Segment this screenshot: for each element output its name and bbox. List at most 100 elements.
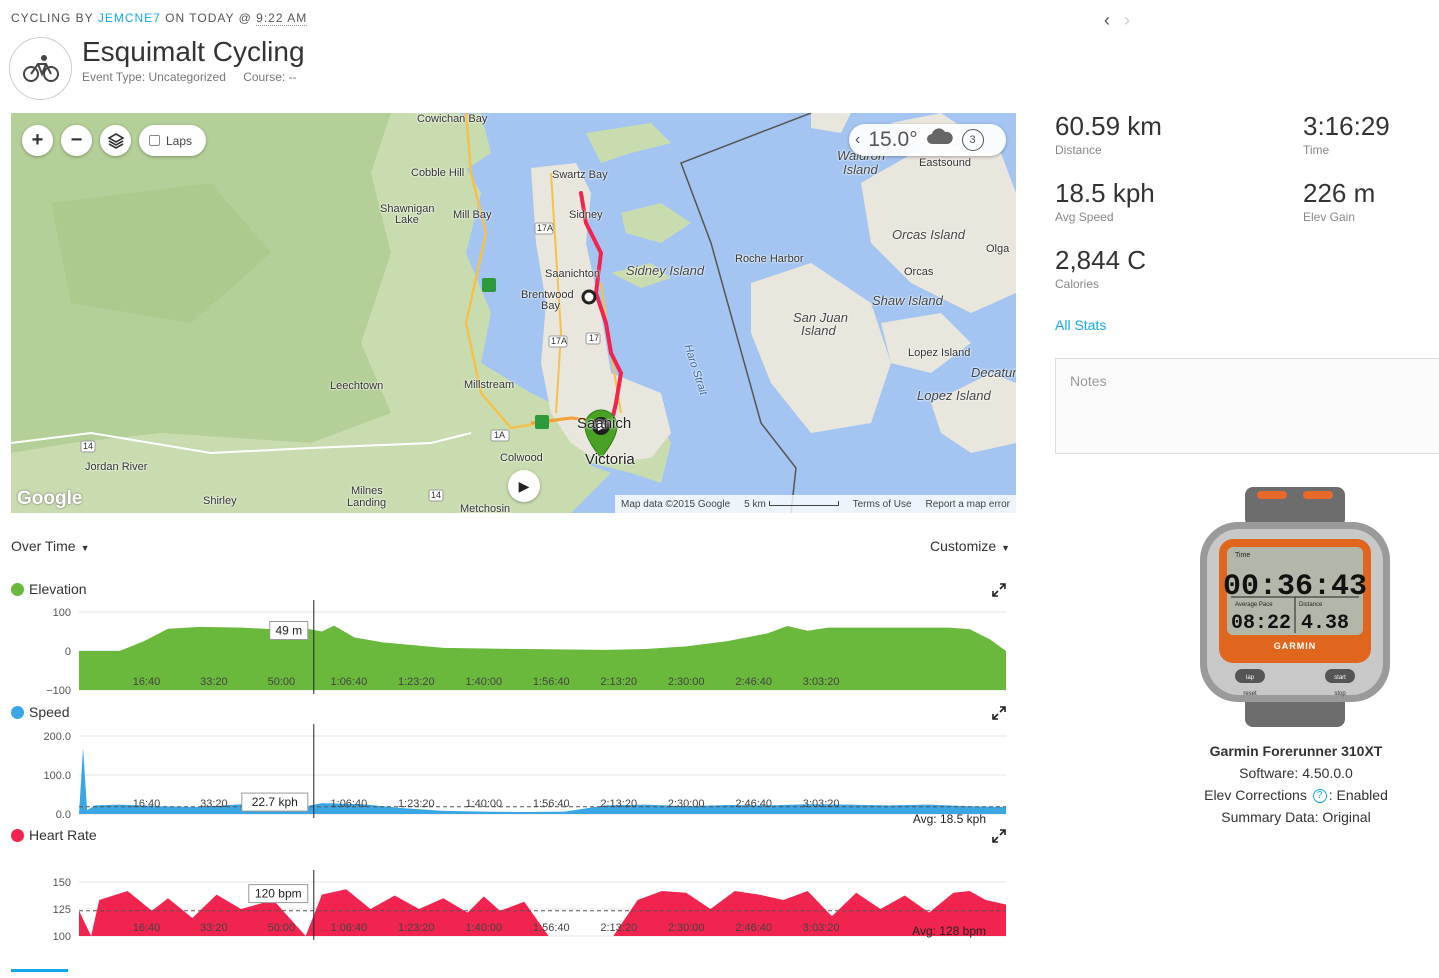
customize-dropdown[interactable]: Customize ▼ [930,538,1010,554]
map-label: Landing [347,497,387,509]
weather-count: 3 [961,129,984,151]
elevation-chart-title[interactable]: Elevation [11,581,87,597]
device-name: Garmin Forerunner 310XT [1209,743,1383,759]
user-link[interactable]: JEMCNE7 [98,11,161,25]
laps-toggle[interactable]: Laps [139,125,207,156]
google-logo: Google [17,488,83,509]
course[interactable]: Course: -- [243,70,296,84]
route-map[interactable]: Cowichan Bay Cobble Hill Shawnigan Lake … [11,113,1016,513]
map-label: Metchosin [460,503,511,513]
device-reset-label: reset [1243,691,1257,697]
zoom-in-button[interactable]: + [22,125,53,156]
device-image: Time 00:36:43 Average Pace Distance 08:2… [1195,487,1395,727]
heart-rate-chart[interactable]: 150 125 100 16:40 33:20 50:00 1:06:40 1:23:20 1:… [0,870,1016,944]
x-tick-label: 2:13:20 [600,922,637,934]
customize-label: Customize [930,538,997,554]
x-tick-label: 1:23:20 [398,676,435,688]
average-label: Avg: 18.5 kph [913,812,986,826]
map-label: Roche Harbor [735,253,804,265]
map-label: Saanichton [545,268,601,280]
screen-time-label: Time [1235,552,1250,559]
expand-icon[interactable] [992,583,1006,597]
layers-icon[interactable] [100,125,131,156]
play-icon[interactable]: ▶ [508,470,540,502]
highway-shield: 14 [431,490,442,500]
weather-widget[interactable]: ‹ 15.0° 3 [849,124,1006,156]
highway-shield: 1A [494,430,506,440]
chevron-left-icon[interactable]: ‹ [1104,10,1110,31]
map-label: Orcas [904,266,934,278]
map-label: Colwood [500,452,543,464]
y-tick-label: 150 [53,877,71,889]
caret-down-icon: ▼ [80,543,90,553]
x-tick-label: 50:00 [268,676,296,688]
x-tick-label: 2:46:40 [735,676,772,688]
x-tick-label: 2:13:20 [600,798,637,810]
expand-icon[interactable] [992,706,1006,720]
map-label: Sidney [569,209,603,221]
y-tick-label: 0 [65,646,71,658]
active-tab-indicator [11,969,68,972]
speed-chart[interactable]: 200.0100.00.016:4033:2050:001:06:401:23:… [0,724,1016,828]
notes-field[interactable]: Notes [1055,358,1439,454]
activity-time: 9:22 AM [256,11,308,26]
stat-label: Calories [1055,277,1100,291]
over-time-dropdown[interactable]: Over Time ▼ [11,538,90,554]
average-label: Avg: 128 bpm [912,924,986,938]
stat-elev-gain: 226 m Elev Gain [1303,178,1375,224]
screen-pace: 08:22 [1231,612,1291,635]
speed-chart-title[interactable]: Speed [11,704,69,720]
y-tick-label: 125 [53,904,71,916]
activity-meta-line: CYCLING BY JEMCNE7 ON TODAY @ 9:22 AM [11,11,308,26]
y-tick-label: 200.0 [43,731,71,743]
temperature: 15.0° [868,128,918,151]
map-label: Orcas Island [892,227,965,242]
chart-title-label: Heart Rate [29,827,97,843]
stat-value: 60.59 km [1055,111,1162,141]
x-tick-label: 1:40:00 [465,922,502,934]
elevation-chart[interactable]: 100 0 −100 16:40 33:20 50:00 1:06:40 1:23:20 1:4… [0,600,1016,700]
chevron-left-icon[interactable]: ‹ [855,131,860,149]
chart-title-label: Speed [29,704,70,720]
y-tick-label: 100 [53,607,71,619]
stat-distance: 60.59 km Distance [1055,111,1162,157]
map-label: Lake [395,214,419,226]
stat-label: Distance [1055,143,1102,157]
chevron-right-icon[interactable]: › [1124,10,1130,31]
x-tick-label: 1:56:40 [533,676,570,688]
x-tick-label: 1:06:40 [331,922,368,934]
bicycle-icon [9,37,72,100]
x-tick-label: 1:56:40 [533,922,570,934]
elev-corrections: Elev Corrections ?: Enabled [1180,784,1412,806]
cloud-icon [926,128,954,152]
report-link[interactable]: Report a map error [926,499,1010,510]
device-start-label: start [1334,675,1346,681]
help-icon[interactable]: ? [1312,789,1327,804]
y-tick-label: 100.0 [43,770,71,782]
map-label: Sidney Island [626,263,705,278]
x-tick-label: 3:03:20 [803,922,840,934]
activity-title[interactable]: Esquimalt Cycling [82,36,305,68]
all-stats-link[interactable]: All Stats [1055,317,1106,333]
x-tick-label: 1:06:40 [331,798,368,810]
map-label: Island [801,323,836,338]
map-label: Shaw Island [872,293,943,308]
laps-label: Laps [166,133,193,148]
screen-distance: 4.38 [1301,612,1349,635]
x-tick-label: 2:30:00 [668,676,705,688]
x-tick-label: 1:56:40 [533,798,570,810]
heart-rate-chart-title[interactable]: Heart Rate [11,827,97,843]
map-label: Cowichan Bay [417,113,488,125]
zoom-out-button[interactable]: − [61,125,92,156]
terms-link[interactable]: Terms of Use [853,499,912,510]
map-controls: + − Laps [22,125,207,156]
expand-icon[interactable] [992,829,1006,843]
elev-corrections-value[interactable]: : Enabled [1329,787,1388,803]
laps-checkbox[interactable] [149,135,160,146]
stat-avg-speed: 18.5 kph Avg Speed [1055,178,1155,224]
hover-label: 22.7 kph [252,795,298,809]
hover-label: 49 m [275,624,302,638]
legend-dot [11,582,24,596]
activity-subtitle: Event Type: Uncategorized Course: -- [82,70,297,84]
event-type[interactable]: Event Type: Uncategorized [82,70,226,84]
